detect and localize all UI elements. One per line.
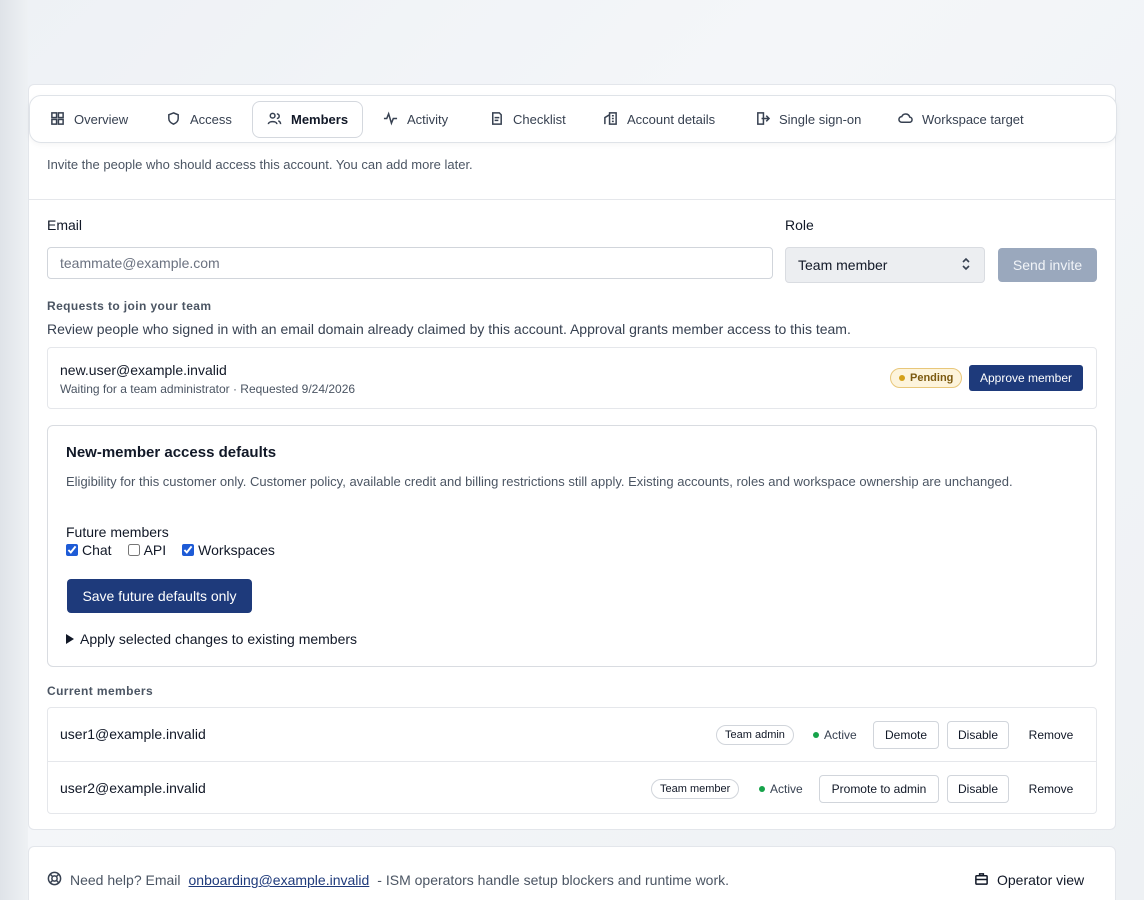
page-shade [0, 0, 28, 900]
disclosure-triangle-icon [66, 634, 74, 644]
demote-button[interactable]: Demote [873, 721, 939, 749]
defaults-title: New-member access defaults [66, 444, 277, 461]
disable-button[interactable]: Disable [947, 775, 1009, 803]
help-footer: Need help? Email onboarding@example.inva… [28, 846, 1116, 900]
tab-single-sign-on[interactable]: Single sign-on [741, 101, 875, 138]
status-indicator: Active [759, 782, 803, 796]
tab-bar: Overview Access Members Activity Checkli… [29, 95, 1117, 143]
divider [29, 199, 1115, 200]
tab-activity[interactable]: Activity [369, 101, 462, 138]
option-label: Chat [82, 542, 112, 558]
option-chat[interactable]: Chat [66, 542, 112, 558]
table-row: user2@example.invalid Team member Active… [48, 761, 1096, 814]
member-email: user1@example.invalid [60, 726, 206, 742]
tab-label: Workspace target [922, 112, 1024, 127]
activity-icon [383, 111, 398, 129]
members-heading: Current members [47, 684, 154, 698]
users-icon [267, 111, 282, 129]
remove-button[interactable]: Remove [1018, 775, 1084, 803]
help-prefix: Need help? Email [70, 872, 181, 888]
role-label: Role [785, 217, 814, 233]
tab-workspace-target[interactable]: Workspace target [884, 101, 1038, 138]
role-value: Team member [798, 257, 888, 273]
members-panel: Overview Access Members Activity Checkli… [28, 84, 1117, 830]
building-icon [603, 111, 618, 129]
role-select[interactable]: Team member [785, 247, 985, 283]
status-badge-label: Pending [910, 372, 954, 384]
remove-button[interactable]: Remove [1018, 721, 1084, 749]
option-label: API [143, 542, 167, 558]
option-workspaces[interactable]: Workspaces [182, 542, 275, 558]
future-members-options: Chat API Workspaces [66, 542, 275, 558]
disable-button[interactable]: Disable [947, 721, 1009, 749]
status-indicator: Active [813, 728, 857, 742]
apply-existing-label: Apply selected changes to existing membe… [80, 631, 358, 647]
members-list: user1@example.invalid Team admin Active … [47, 707, 1097, 814]
promote-to-admin-button[interactable]: Promote to admin [819, 775, 939, 803]
option-api[interactable]: API [127, 542, 167, 558]
intro-text: Invite the people who should access this… [47, 157, 473, 172]
option-label: Workspaces [198, 542, 275, 558]
tab-label: Access [190, 112, 232, 127]
help-text: Need help? Email onboarding@example.inva… [47, 871, 729, 889]
request-row: new.user@example.invalid Waiting for a t… [47, 347, 1097, 409]
access-defaults-card: New-member access defaults Eligibility f… [47, 425, 1097, 667]
defaults-description: Eligibility for this customer only. Cust… [66, 474, 1013, 489]
lifebuoy-icon [47, 871, 62, 889]
tab-checklist[interactable]: Checklist [475, 101, 580, 138]
tab-label: Activity [407, 112, 449, 127]
pending-dot-icon [899, 375, 905, 381]
operator-view-label: Operator view [997, 872, 1085, 888]
grid-icon [50, 111, 65, 129]
status-label: Active [770, 782, 803, 796]
role-badge: Team admin [716, 725, 794, 745]
tab-overview[interactable]: Overview [36, 101, 142, 138]
sign-in-icon [755, 111, 771, 129]
active-dot-icon [759, 786, 765, 792]
requests-description: Review people who signed in with an emai… [47, 321, 851, 337]
chat-checkbox[interactable] [66, 544, 78, 556]
tab-label: Members [291, 112, 349, 127]
api-checkbox[interactable] [127, 544, 140, 556]
tab-account-details[interactable]: Account details [589, 101, 729, 138]
checklist-icon [489, 111, 504, 129]
email-label: Email [47, 217, 83, 233]
save-defaults-button[interactable]: Save future defaults only [67, 579, 252, 613]
tab-members[interactable]: Members [252, 101, 364, 138]
help-email-link[interactable]: onboarding@example.invalid [189, 872, 370, 888]
member-email: user2@example.invalid [60, 780, 206, 796]
request-email: new.user@example.invalid [60, 362, 227, 378]
apply-existing-toggle[interactable]: Apply selected changes to existing membe… [66, 631, 357, 647]
help-suffix: - ISM operators handle setup blockers an… [377, 872, 730, 888]
future-members-label: Future members [66, 524, 169, 540]
status-badge: Pending [890, 368, 963, 388]
briefcase-icon [974, 871, 989, 889]
requests-heading: Requests to join your team [47, 299, 212, 313]
approve-member-button[interactable]: Approve member [969, 365, 1083, 391]
role-badge: Team member [651, 779, 740, 799]
send-invite-button[interactable]: Send invite [998, 248, 1097, 282]
tab-label: Checklist [513, 112, 566, 127]
request-meta: Waiting for a team administrator · Reque… [60, 382, 356, 396]
tab-label: Overview [74, 112, 129, 127]
email-field[interactable] [47, 247, 773, 279]
active-dot-icon [813, 732, 819, 738]
chevron-up-down-icon [960, 257, 972, 274]
workspaces-checkbox[interactable] [182, 544, 195, 556]
status-label: Active [824, 728, 857, 742]
tab-label: Account details [627, 112, 716, 127]
operator-view-button[interactable]: Operator view [974, 871, 1084, 889]
shield-icon [166, 111, 181, 129]
table-row: user1@example.invalid Team admin Active … [48, 708, 1096, 761]
cloud-icon [898, 111, 913, 129]
tab-label: Single sign-on [779, 112, 862, 127]
tab-access[interactable]: Access [152, 101, 246, 138]
